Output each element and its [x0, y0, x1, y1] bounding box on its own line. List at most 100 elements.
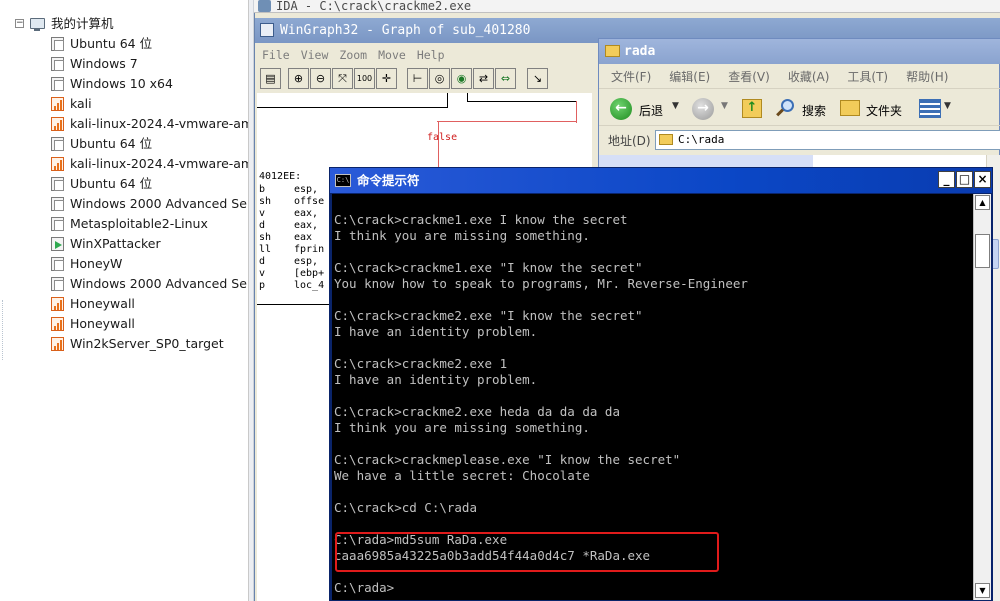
vm-item[interactable]: kali-linux-2024.4-vmware-amd: [0, 114, 248, 134]
vm-item[interactable]: Metasploitable2-Linux: [0, 214, 248, 234]
vm-item[interactable]: Ubuntu 64 位: [0, 174, 248, 194]
vm-name: Ubuntu 64 位: [70, 36, 153, 51]
mnemonic: p: [259, 280, 266, 291]
graph-node-border: [257, 107, 447, 108]
edge-label-false: false: [427, 132, 458, 143]
vm-item[interactable]: Honeywall: [0, 314, 248, 334]
explorer-title-text: rada: [624, 44, 656, 59]
minimize-button[interactable]: _: [938, 171, 955, 188]
navigate-icon[interactable]: ⇔: [495, 68, 516, 89]
search-button-label[interactable]: 搜索: [802, 102, 826, 119]
vm-item[interactable]: Ubuntu 64 位: [0, 34, 248, 54]
menu-view[interactable]: 查看(V): [728, 70, 770, 84]
operand: esp,: [294, 184, 319, 195]
zoom-out-icon[interactable]: ⊖: [310, 68, 331, 89]
linux-vm-icon: [51, 97, 64, 111]
vm-item[interactable]: Windows 2000 Advanced Serv: [0, 194, 248, 214]
close-button[interactable]: ×: [974, 171, 991, 188]
forward-dropdown-icon[interactable]: ▼: [721, 101, 728, 111]
vm-item[interactable]: Win2kServer_SP0_target: [0, 334, 248, 354]
menu-file[interactable]: File: [262, 48, 290, 62]
wingraph-icon: [260, 23, 274, 37]
pointer-icon[interactable]: ↘: [527, 68, 548, 89]
address-input[interactable]: C:\rada: [655, 130, 1000, 150]
up-folder-icon[interactable]: ↑: [742, 99, 762, 118]
print-icon[interactable]: ▤: [260, 68, 281, 89]
graph-edge: [467, 93, 468, 101]
move-icon[interactable]: ◉: [451, 68, 472, 89]
folders-button-label[interactable]: 文件夹: [866, 102, 902, 119]
menu-favorites[interactable]: 收藏(A): [788, 70, 830, 84]
fit-window-icon[interactable]: ⤧: [332, 68, 353, 89]
views-icon[interactable]: [919, 99, 941, 118]
back-button-label[interactable]: 后退: [639, 102, 663, 119]
menu-move[interactable]: Move: [378, 48, 406, 62]
cmd-title-bar[interactable]: C:\ 命令提示符 _ □ ×: [330, 168, 992, 193]
node-instruction: ll fprin: [257, 244, 334, 256]
vm-name: Windows 7: [70, 56, 138, 71]
folder-icon: [605, 45, 620, 57]
forward-arrow-icon[interactable]: →: [692, 98, 714, 120]
vm-item[interactable]: kali-linux-2024.4-vmware-amd: [0, 154, 248, 174]
vm-name: WinXPattacker: [70, 236, 161, 251]
rotate-icon[interactable]: ◎: [429, 68, 450, 89]
vm-name: Honeywall: [70, 316, 135, 331]
zoom-100-button[interactable]: 100: [354, 68, 375, 89]
explorer-toolbar: ← 后退 ▼ → ▼ ↑ 搜索 文件夹 ▼: [599, 90, 1000, 126]
console-scrollbar[interactable]: ▲ ▼: [973, 194, 991, 600]
zoom-in-icon[interactable]: ⊕: [288, 68, 309, 89]
console-line: C:\crack>crackme1.exe "I know the secret…: [334, 260, 643, 275]
menu-file[interactable]: 文件(F): [611, 70, 651, 84]
vm-item[interactable]: Honeywall: [0, 294, 248, 314]
console-line: I have an identity problem.: [334, 372, 538, 387]
ida-window-title: IDA - C:\crack\crackme2.exe: [254, 0, 1000, 13]
mnemonic: v: [259, 268, 266, 279]
vm-icon: [51, 57, 64, 71]
vm-item[interactable]: Windows 2000 Advanced Serv: [0, 274, 249, 294]
vm-item[interactable]: Ubuntu 64 位: [0, 134, 248, 154]
arrange-icon[interactable]: ⇄: [473, 68, 494, 89]
back-dropdown-icon[interactable]: ▼: [672, 101, 679, 111]
vm-item[interactable]: Windows 7: [0, 54, 248, 74]
menu-tools[interactable]: 工具(T): [847, 70, 888, 84]
vm-name: Win2kServer_SP0_target: [70, 336, 224, 351]
graph-node[interactable]: 4012EE: b esp, sh offse v eax, d eax, sh eax ll fpr…: [257, 170, 335, 305]
scroll-down-icon[interactable]: ▼: [975, 583, 990, 598]
library-root[interactable]: − 我的计算机: [0, 14, 248, 34]
highlight-box: [335, 532, 719, 572]
node-instruction: p loc_4: [257, 280, 334, 292]
center-icon[interactable]: ✛: [376, 68, 397, 89]
vm-item[interactable]: kali: [0, 94, 248, 114]
back-arrow-icon[interactable]: ←: [610, 98, 632, 120]
collapse-icon[interactable]: −: [15, 19, 24, 28]
layout-icon[interactable]: ⊢: [407, 68, 428, 89]
linux-vm-icon: [51, 297, 64, 311]
folders-icon[interactable]: [840, 100, 860, 116]
mnemonic: ll: [259, 244, 272, 255]
menu-help[interactable]: Help: [417, 48, 445, 62]
graph-edge-false: [438, 121, 439, 171]
scroll-up-icon[interactable]: ▲: [975, 195, 990, 210]
menu-zoom[interactable]: Zoom: [339, 48, 367, 62]
vm-item[interactable]: Windows 10 x64: [0, 74, 248, 94]
console-line: C:\crack>crackme2.exe "I know the secret…: [334, 308, 643, 323]
node-instruction: d eax,: [257, 220, 334, 232]
search-icon[interactable]: [775, 99, 795, 119]
vm-name: HoneyW: [70, 256, 123, 271]
views-dropdown-icon[interactable]: ▼: [944, 101, 951, 111]
vm-item[interactable]: HoneyW: [0, 254, 248, 274]
library-root-label: 我的计算机: [51, 16, 114, 31]
console-output[interactable]: C:\crack>crackme1.exe I know the secret I…: [332, 194, 973, 600]
explorer-title-bar[interactable]: rada: [599, 39, 1000, 64]
vm-icon: [51, 197, 64, 211]
maximize-button[interactable]: □: [956, 171, 973, 188]
vm-item[interactable]: WinXPattacker: [0, 234, 248, 254]
vm-name: Windows 2000 Advanced Serv: [70, 276, 249, 291]
scroll-thumb[interactable]: [975, 234, 990, 268]
operand: [ebp+: [294, 268, 325, 279]
node-instructions: b esp, sh offse v eax, d eax, sh eax ll fprin d esp, v…: [257, 184, 334, 292]
cmd-icon: C:\: [335, 174, 351, 187]
menu-edit[interactable]: 编辑(E): [669, 70, 710, 84]
menu-help[interactable]: 帮助(H): [906, 70, 948, 84]
menu-view[interactable]: View: [301, 48, 329, 62]
